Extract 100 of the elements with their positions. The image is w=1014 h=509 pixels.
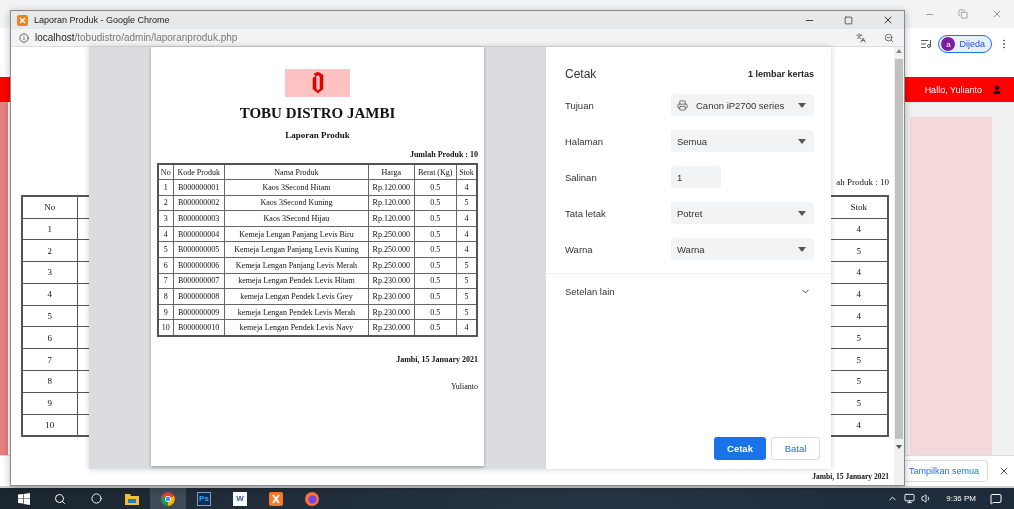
panel-title: Cetak — [565, 67, 597, 81]
table-cell: 0.5 — [414, 241, 457, 258]
scroll-down-arrow-icon[interactable] — [896, 445, 902, 449]
more-settings-toggle[interactable]: Setelan lain — [546, 274, 831, 308]
table-cell: 0.5 — [414, 195, 457, 211]
media-control-button[interactable] — [920, 38, 933, 50]
circle-icon[interactable] — [90, 493, 102, 504]
table-cell: Rp.230.000 — [368, 304, 415, 320]
table-header: Harga — [368, 164, 415, 180]
zoom-icon[interactable] — [884, 32, 894, 43]
table-cell: 0.5 — [414, 210, 457, 227]
printer-icon — [677, 99, 688, 111]
table-cell: 7 — [158, 273, 173, 289]
cancel-button[interactable]: Batal — [771, 437, 820, 460]
folder-icon[interactable] — [125, 492, 139, 505]
table-cell: 6 — [158, 257, 173, 274]
table-header: No — [158, 164, 173, 180]
search-icon[interactable] — [54, 492, 66, 505]
music-list-icon — [920, 38, 933, 50]
close-icon — [998, 465, 1010, 477]
photoshop-app-icon[interactable]: Ps — [197, 491, 211, 506]
table-cell: kemeja Lengan Pendek Levis Hitam — [224, 273, 369, 289]
select-field[interactable]: Semua — [671, 130, 814, 152]
user-icon[interactable] — [992, 84, 1002, 95]
product-count-text: ah Produk : 10 — [836, 177, 889, 187]
table-cell: B000000002 — [173, 195, 225, 211]
table-cell: Rp.230.000 — [368, 288, 415, 305]
table-cell: B000000003 — [173, 210, 225, 227]
table-cell: 0.5 — [414, 179, 457, 196]
table-cell: 0.5 — [414, 257, 457, 274]
maximize-icon — [844, 15, 853, 25]
greeting-text: Hallo, Yulianto — [924, 84, 982, 95]
info-icon[interactable] — [19, 32, 29, 43]
table-cell: 4 — [22, 283, 77, 306]
table-cell: 0.5 — [414, 304, 457, 320]
xampp-app-icon[interactable] — [269, 491, 283, 506]
table-cell: Rp.120.000 — [368, 195, 415, 211]
product-count-text: Jumlah Produk : 10 — [409, 150, 478, 159]
close-button[interactable] — [998, 465, 1010, 477]
table-cell: 1 — [22, 218, 77, 240]
table-cell: B000000008 — [173, 288, 225, 305]
shield-logo-icon — [310, 72, 325, 94]
firefox-app-icon[interactable] — [305, 491, 319, 506]
table-cell: 0.5 — [414, 273, 457, 289]
table-cell: 5 — [158, 241, 173, 258]
notification-icon[interactable] — [990, 492, 1002, 505]
field-label: Salinan — [565, 171, 598, 183]
network-icon[interactable] — [904, 493, 916, 504]
dropdown-caret-icon — [798, 246, 806, 252]
table-cell: B000000001 — [173, 179, 225, 196]
sheet-count: 1 lembar kertas — [747, 69, 814, 79]
table-cell: 5 — [22, 305, 77, 327]
translate-icon[interactable] — [856, 32, 866, 43]
clock-time[interactable]: 9:36 PM — [946, 494, 976, 503]
table-cell: 8 — [22, 370, 77, 393]
table-cell: B000000004 — [173, 226, 225, 242]
print-button[interactable]: Cetak — [714, 437, 766, 460]
table-cell: Rp.120.000 — [368, 179, 415, 196]
company-name: TOBU DISTRO JAMBI — [239, 105, 396, 122]
word-app-icon[interactable]: W — [233, 491, 247, 506]
scroll-up-arrow-icon[interactable] — [896, 49, 902, 53]
chrome-logo-icon[interactable] — [161, 491, 175, 506]
dropdown-caret-icon — [798, 138, 806, 144]
table-header: No — [22, 196, 77, 218]
close-icon — [991, 8, 1003, 20]
table-cell: 0.5 — [414, 288, 457, 305]
table-cell: Kaos 3Second Kuning — [224, 195, 369, 211]
signature-name: Yulianto — [450, 381, 478, 391]
field-label: Tujuan — [565, 99, 595, 111]
windows-logo-icon[interactable] — [18, 492, 30, 505]
select-field[interactable]: Potret — [671, 202, 814, 224]
table-cell: Rp.120.000 — [368, 210, 415, 227]
table-cell: B000000007 — [173, 273, 225, 289]
table-cell: Rp.250.000 — [368, 257, 415, 274]
table-cell: 1 — [158, 179, 173, 196]
table-cell: Kemeja Lengan Panjang Levis Merah — [224, 257, 369, 274]
table-cell: kemeja Lengan Pendek Levis Grey — [224, 288, 369, 305]
table-cell: 2 — [22, 239, 77, 262]
app-icon — [17, 14, 28, 26]
table-cell: 2 — [158, 195, 173, 211]
table-cell: 9 — [158, 304, 173, 320]
table-cell: Rp.230.000 — [368, 273, 415, 289]
profile-button[interactable]: a Dijeda — [938, 35, 992, 53]
table-cell: Rp.250.000 — [368, 241, 415, 258]
table-cell: 7 — [22, 348, 77, 371]
window-title: Laporan Produk - Google Chrome — [34, 15, 171, 25]
table-cell: kemeja Lengan Pendek Levis Merah — [224, 304, 369, 320]
field-label: Tata letak — [565, 207, 607, 219]
table-cell: 0.5 — [414, 226, 457, 242]
scrollbar[interactable] — [894, 47, 904, 485]
field-label: Warna — [565, 243, 594, 255]
restore-icon — [958, 9, 968, 19]
table-cell: 6 — [22, 327, 77, 349]
input-field[interactable]: 1 — [671, 166, 721, 188]
dropdown-caret-icon — [798, 210, 806, 216]
date-text: Jambi, 15 January 2021 — [396, 354, 478, 364]
table-header: Berat (Kg) — [414, 164, 457, 180]
table-cell: 3 — [158, 210, 173, 227]
select-field[interactable]: Warna — [671, 238, 814, 260]
destination-select[interactable]: Canon iP2700 series — [671, 94, 814, 116]
